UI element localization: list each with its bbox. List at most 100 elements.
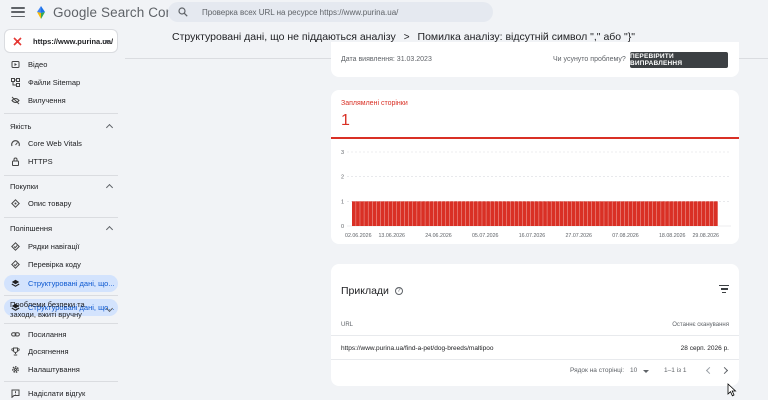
previous-page-icon[interactable] <box>705 366 714 375</box>
filter-icon[interactable] <box>719 285 729 293</box>
chart-bar <box>510 201 515 226</box>
chart-bar <box>392 201 397 226</box>
chart-bar <box>632 201 637 226</box>
x-tick-label: 02.06.2026 <box>345 233 372 239</box>
y-tick-label: 2 <box>341 175 344 181</box>
chart-bar <box>514 201 519 226</box>
validate-fix-button[interactable]: ПЕРЕВІРИТИ ВИПРАВЛЕННЯ <box>630 52 728 68</box>
chart-bar <box>596 201 600 226</box>
x-tick-label: 29.08.2026 <box>692 233 719 239</box>
y-tick-label: 0 <box>341 224 344 230</box>
chart-bar <box>543 201 547 226</box>
next-page-icon[interactable] <box>720 366 729 375</box>
chart-bar <box>518 201 523 226</box>
tag-icon <box>11 199 20 208</box>
rows-per-page-select[interactable]: 10 <box>630 367 637 374</box>
sidebar-item-label: Надіслати відгук <box>28 389 86 398</box>
sidebar-divider <box>4 381 118 382</box>
search-placeholder[interactable]: Проверка всех URL на ресурсе https://www… <box>202 8 398 17</box>
sidebar-item-breadcrumbs[interactable]: Рядки навігації <box>4 238 118 255</box>
sitemap-icon <box>11 78 20 87</box>
chart-bar <box>709 201 714 226</box>
sidebar-item-sitemaps[interactable]: Файли Sitemap <box>4 74 118 91</box>
section-security-heading[interactable]: Проблеми безпеки та заходи, вжиті вручну <box>10 300 105 320</box>
chevron-up-icon[interactable] <box>105 123 114 132</box>
x-tick-label: 24.06.2026 <box>425 233 452 239</box>
chart-bar <box>673 201 678 226</box>
sidebar-item-https[interactable]: HTTPS <box>4 153 118 170</box>
sidebar-item-unparsable-structured-data-active[interactable]: Структуровані дані, що... <box>4 275 118 292</box>
table-row-divider <box>331 359 739 360</box>
sidebar-item-removals[interactable]: Вилучення <box>4 92 118 109</box>
chart-bar <box>360 201 364 226</box>
column-header-url[interactable]: URL <box>341 322 353 328</box>
chart-bar <box>413 201 417 226</box>
gear-icon <box>11 365 20 374</box>
row-url[interactable]: https://www.purina.ua/find-a-pet/dog-bre… <box>341 345 493 352</box>
sidebar-item-feedback[interactable]: Надіслати відгук <box>4 385 118 400</box>
property-favicon-icon <box>13 36 22 46</box>
affected-pages-label[interactable]: Заплямлені сторінки <box>341 100 408 107</box>
chevron-up-icon[interactable] <box>105 183 114 192</box>
chart-bar <box>677 201 682 226</box>
chart-bar <box>705 201 710 226</box>
table-header-divider <box>331 335 739 336</box>
section-enhancements-heading[interactable]: Поліпшення <box>10 224 52 233</box>
chevron-down-icon <box>104 40 110 43</box>
x-tick-label: 16.07.2026 <box>519 233 546 239</box>
url-inspection-search[interactable]: Проверка всех URL на ресурсе https://www… <box>168 2 493 22</box>
sidebar-divider <box>4 113 118 114</box>
chart-bar <box>445 201 450 226</box>
sidebar-item-label: Рядки навігації <box>28 242 80 251</box>
sidebar-item-achievements[interactable]: Досягнення <box>4 343 118 360</box>
chart-bar <box>636 201 641 226</box>
column-header-last-crawled[interactable]: Останнє сканування <box>672 322 729 328</box>
chart-bar <box>478 201 482 226</box>
chart-bar <box>648 201 653 226</box>
chart-bar <box>352 201 356 226</box>
chart-bar <box>620 201 625 226</box>
search-console-logo <box>37 5 45 19</box>
fixed-question: Чи усунуто проблему? <box>553 56 626 63</box>
property-selector[interactable]: https://www.purina.ua/ <box>4 29 118 53</box>
sidebar-item-label: Налаштування <box>28 365 80 374</box>
sidebar-item-links[interactable]: Посилання <box>4 326 118 343</box>
examples-card: Приклади ? URL Останнє сканування https:… <box>331 264 739 386</box>
chevron-down-icon[interactable] <box>643 370 649 373</box>
sidebar-item-settings[interactable]: Налаштування <box>4 361 118 378</box>
section-shopping-heading[interactable]: Покупки <box>10 182 38 191</box>
section-quality-heading[interactable]: Якість <box>10 122 31 131</box>
speedometer-icon <box>11 139 20 148</box>
affected-pages-value: 1 <box>341 112 350 129</box>
chart-bar <box>657 201 661 226</box>
chart-bar <box>408 201 413 226</box>
chart-bar <box>400 201 405 226</box>
sidebar-item-label: HTTPS <box>28 157 53 166</box>
sidebar-item-video[interactable]: Відео <box>4 56 118 73</box>
chart-bar <box>640 201 645 226</box>
sidebar-item-code-check[interactable]: Перевірка коду <box>4 256 118 273</box>
chart-bar <box>555 201 560 226</box>
chart-bar <box>388 201 393 226</box>
sidebar-item-product-snippets[interactable]: Опис товару <box>4 195 118 212</box>
chart-bar <box>433 201 438 226</box>
hamburger-menu-icon[interactable] <box>11 7 25 17</box>
pagination-range: 1–1 із 1 <box>664 367 687 374</box>
chart-bar <box>624 201 629 226</box>
row-last-crawled: 28 серп. 2026 р. <box>680 345 729 352</box>
chart-bar <box>693 201 698 226</box>
chart-bar <box>587 201 592 226</box>
sidebar-item-core-web-vitals[interactable]: Core Web Vitals <box>4 135 118 152</box>
removals-icon <box>11 96 20 105</box>
chart-bar <box>530 201 535 226</box>
chart-bar <box>506 201 511 226</box>
chevron-up-icon[interactable] <box>105 225 114 234</box>
chart-bar <box>376 201 381 226</box>
chart-bar <box>616 201 621 226</box>
rows-per-page-label: Рядок на сторінці: <box>570 367 625 374</box>
help-icon[interactable]: ? <box>394 287 403 295</box>
mouse-cursor-icon <box>727 383 737 397</box>
video-icon <box>11 60 20 69</box>
chart-bar <box>368 201 373 226</box>
chart-bar <box>652 201 657 226</box>
